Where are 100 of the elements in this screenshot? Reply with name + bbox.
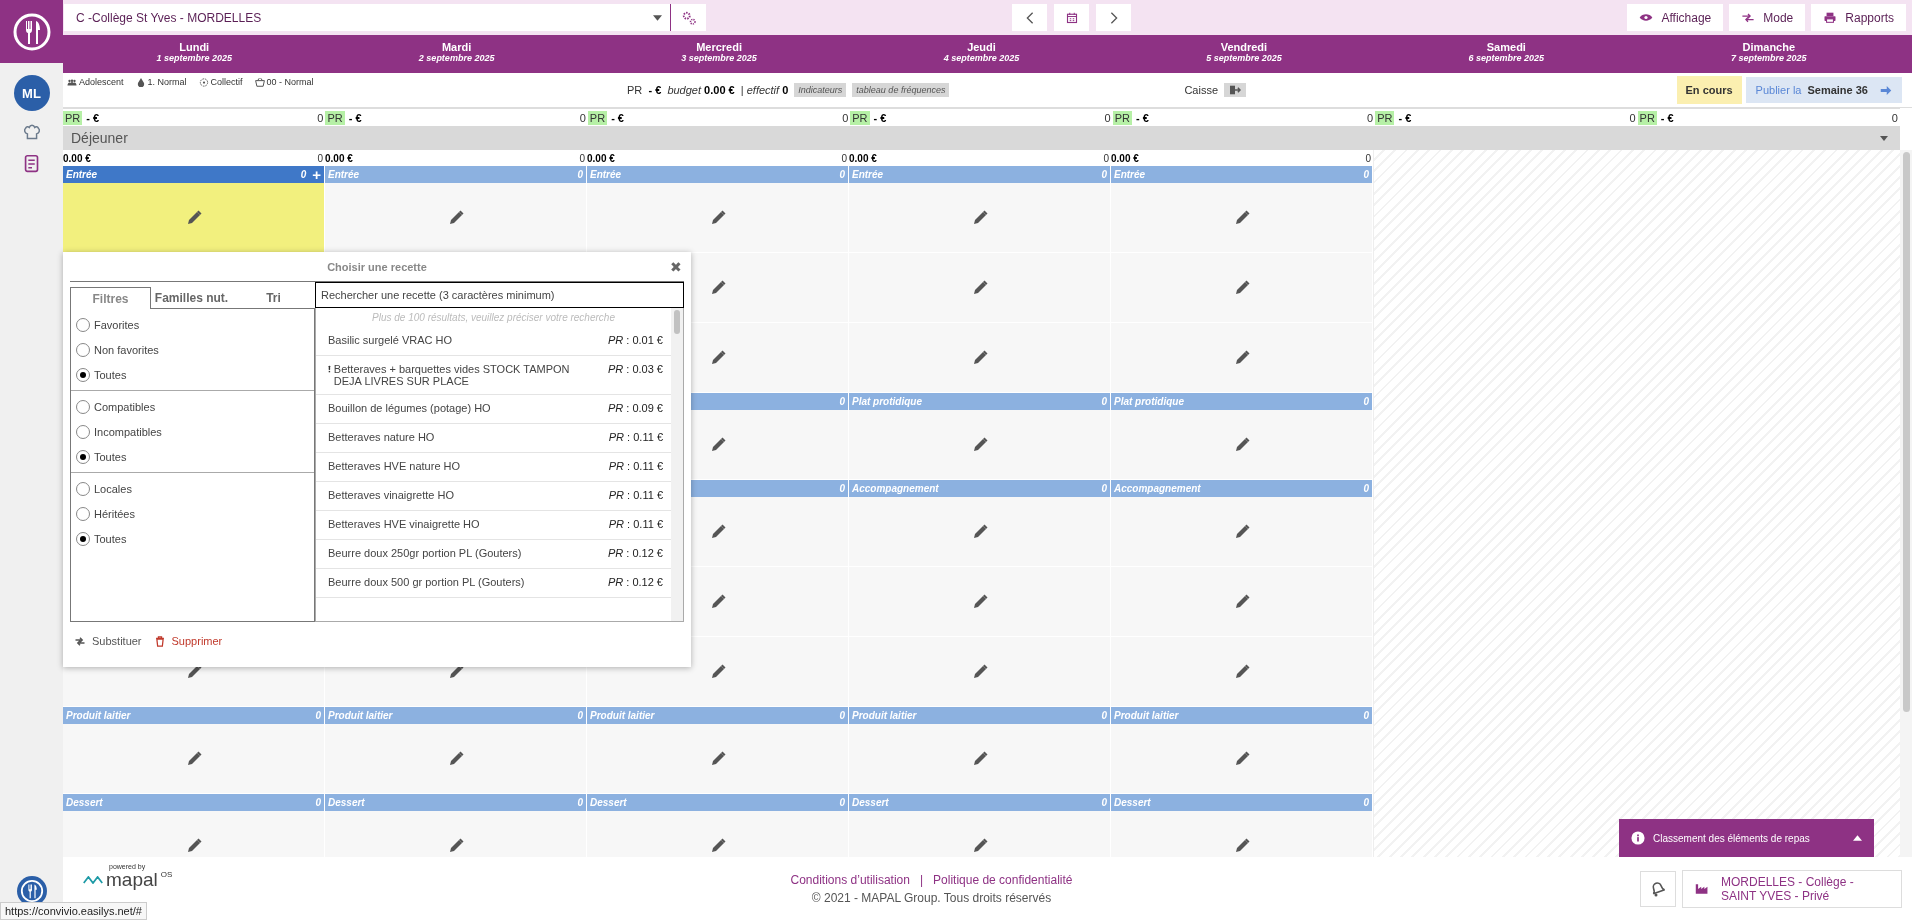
toolbar-button[interactable]: Mode bbox=[1729, 4, 1806, 31]
total-amount: 0.00 € bbox=[1111, 152, 1139, 164]
arrow-icon bbox=[1880, 84, 1892, 96]
brand-name: mapal bbox=[106, 870, 158, 889]
people-icon bbox=[67, 77, 77, 87]
pencil-icon[interactable] bbox=[709, 593, 726, 610]
day-date: 4 septembre 2025 bbox=[942, 53, 1021, 63]
recipe-item[interactable]: Betteraves nature HO PR : 0.11 € bbox=[316, 424, 671, 453]
pencil-icon[interactable] bbox=[709, 523, 726, 540]
pencil-icon[interactable] bbox=[1233, 523, 1250, 540]
cost-value: - € bbox=[1398, 111, 1412, 124]
establishment-select[interactable]: C -Collège St Yves - MORDELLES bbox=[64, 4, 670, 31]
pencil-icon[interactable] bbox=[1233, 837, 1250, 854]
indicator-button[interactable]: tableau de fréquences bbox=[852, 83, 950, 97]
course-header[interactable]: Entrée 0 + bbox=[63, 166, 325, 183]
day-name: Samedi bbox=[1485, 41, 1527, 53]
radio-label: Compatibles bbox=[94, 400, 156, 413]
pencil-icon[interactable] bbox=[709, 436, 726, 453]
pr-label: PR bbox=[1375, 110, 1395, 125]
swap-icon bbox=[74, 635, 86, 647]
recipe-item[interactable]: Betteraves + barquettes vides STOCK TAMPON DEJA LIVRES SUR PLACE PR : 0.03 € bbox=[316, 356, 671, 395]
tab[interactable]: Filtres bbox=[70, 287, 151, 309]
recipe-item[interactable]: Beurre doux 500 gr portion PL (Gouters) PR : 0.12 € bbox=[316, 569, 671, 598]
site-button[interactable]: MORDELLES - Collège - SAINT YVES - Privé bbox=[1682, 869, 1902, 908]
recipe-item[interactable]: Bouillon de légumes (potage) HO PR : 0.09 € bbox=[316, 395, 671, 424]
pencil-icon[interactable] bbox=[447, 837, 464, 854]
day-date: 5 septembre 2025 bbox=[1205, 53, 1283, 63]
recipe-item[interactable]: Beurre doux 250gr portion PL (Gouters) PR : 0.12 € bbox=[316, 540, 671, 569]
recipe-item[interactable]: Betteraves HVE vinaigrette HO PR : 0.11 € bbox=[316, 511, 671, 540]
eye-icon bbox=[1639, 12, 1654, 23]
pencil-icon[interactable] bbox=[709, 209, 726, 226]
pencil-icon[interactable] bbox=[971, 209, 988, 226]
pr-label: PR bbox=[325, 110, 345, 125]
pencil-icon[interactable] bbox=[971, 523, 988, 540]
recipe-item[interactable]: Basilic surgelé VRAC HO PR : 0.01 € bbox=[316, 327, 671, 356]
recipe-item[interactable]: Betteraves vinaigrette HO PR : 0.11 € bbox=[316, 482, 671, 511]
day-name: Mardi bbox=[440, 41, 473, 53]
pencil-icon[interactable] bbox=[1233, 593, 1250, 610]
pencil-icon[interactable] bbox=[1233, 209, 1250, 226]
scrollbar[interactable] bbox=[1902, 152, 1910, 712]
notification-button[interactable] bbox=[1640, 870, 1676, 907]
cost-value: - € bbox=[1136, 111, 1149, 124]
pencil-icon[interactable] bbox=[447, 209, 464, 226]
pencil-icon[interactable] bbox=[971, 663, 988, 680]
pencil-icon[interactable] bbox=[709, 837, 726, 854]
pencil-icon[interactable] bbox=[709, 663, 726, 680]
previous-button[interactable] bbox=[1012, 4, 1048, 31]
day-name: Dimanche bbox=[1741, 41, 1797, 53]
pencil-icon[interactable] bbox=[185, 837, 202, 854]
radio-label: Héritées bbox=[94, 507, 135, 520]
pencil-icon[interactable] bbox=[709, 349, 726, 366]
pencil-icon[interactable] bbox=[971, 593, 988, 610]
action-link[interactable]: Supprimer bbox=[153, 635, 223, 647]
pencil-icon[interactable] bbox=[971, 750, 988, 767]
pencil-icon[interactable] bbox=[185, 209, 202, 226]
pencil-icon[interactable] bbox=[1233, 436, 1250, 453]
total-amount: 0.00 € bbox=[325, 152, 353, 164]
user-avatar[interactable]: ML bbox=[13, 75, 50, 111]
search-field[interactable]: Rechercher une recette (3 caractères minimum) bbox=[315, 282, 684, 308]
scrollbar[interactable] bbox=[674, 310, 680, 334]
radio-label: Toutes bbox=[94, 450, 127, 463]
meal-bar[interactable]: Déjeuner bbox=[63, 126, 1900, 150]
pencil-icon[interactable] bbox=[971, 349, 988, 366]
next-button[interactable] bbox=[1096, 4, 1132, 31]
day-name: Vendredi bbox=[1219, 41, 1269, 53]
pencil-icon[interactable] bbox=[709, 279, 726, 296]
footer-link[interactable]: Politique de confidentialité bbox=[933, 872, 1073, 887]
pencil-icon[interactable] bbox=[1233, 663, 1250, 680]
pencil-icon[interactable] bbox=[185, 750, 202, 767]
count-value: 0 bbox=[1629, 111, 1637, 124]
toolbar-button[interactable]: Affichage bbox=[1627, 4, 1724, 31]
pencil-icon[interactable] bbox=[971, 436, 988, 453]
pencil-icon[interactable] bbox=[971, 837, 988, 854]
info-icon bbox=[1631, 831, 1645, 845]
day-date: 2 septembre 2025 bbox=[417, 53, 496, 63]
pencil-icon[interactable] bbox=[447, 750, 464, 767]
indicator-button[interactable]: Indicateurs bbox=[794, 83, 847, 97]
count-value: 0 bbox=[1891, 111, 1899, 124]
settings-button[interactable] bbox=[670, 4, 706, 31]
status-url: https://convivio.easilys.net/# bbox=[0, 902, 147, 920]
pencil-icon[interactable] bbox=[1233, 349, 1250, 366]
tag-label: Collectif bbox=[210, 77, 243, 87]
cash-button[interactable] bbox=[1224, 83, 1247, 97]
pencil-icon[interactable] bbox=[709, 750, 726, 767]
toolbar-button[interactable]: Rapports bbox=[1811, 4, 1906, 31]
tab[interactable]: Familles nut. bbox=[151, 287, 232, 309]
action-link[interactable]: Substituer bbox=[74, 635, 142, 647]
ranking-panel[interactable]: Classement des éléments de repas bbox=[1619, 819, 1874, 857]
cash-label: Caisse bbox=[1184, 84, 1219, 96]
publish-button[interactable]: Publier la Semaine 36 bbox=[1745, 77, 1902, 103]
pencil-icon[interactable] bbox=[1233, 750, 1250, 767]
pencil-icon[interactable] bbox=[971, 279, 988, 296]
close-button[interactable]: ✖ bbox=[670, 259, 682, 275]
footer-link[interactable]: Conditions d’utilisation bbox=[790, 872, 910, 887]
tag-label: Adolescent bbox=[79, 77, 124, 87]
calendar-button[interactable] bbox=[1054, 4, 1090, 31]
total-amount: 0.00 € bbox=[587, 152, 615, 164]
recipe-item[interactable]: Betteraves HVE nature HO PR : 0.11 € bbox=[316, 453, 671, 482]
radio-label: Toutes bbox=[94, 532, 127, 545]
pencil-icon[interactable] bbox=[1233, 279, 1250, 296]
